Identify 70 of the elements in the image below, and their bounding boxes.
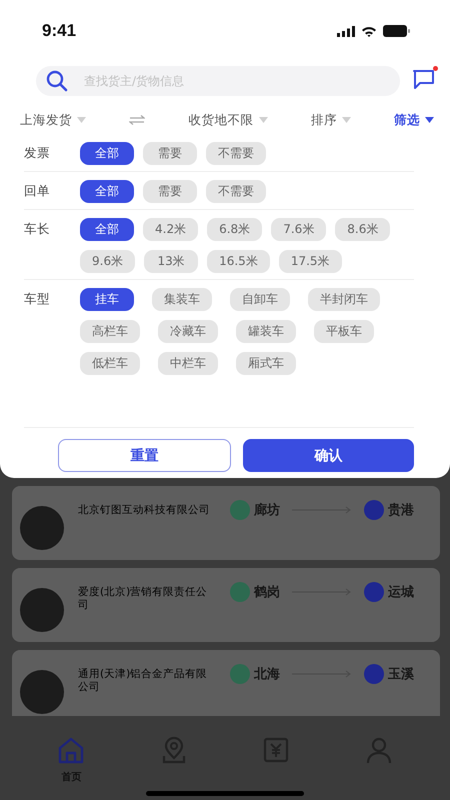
message-icon[interactable] xyxy=(412,68,436,90)
origin-badge xyxy=(230,500,250,520)
option-chip[interactable]: 需要 xyxy=(143,142,197,165)
option-chip[interactable]: 冷藏车 xyxy=(158,320,218,343)
filter-label: 回单 xyxy=(24,182,51,200)
origin-badge xyxy=(230,582,250,602)
filter-label: 车型 xyxy=(24,290,51,308)
battery-icon xyxy=(383,25,410,37)
option-chip[interactable]: 全部 xyxy=(80,218,134,241)
status-time: 9:41 xyxy=(42,21,76,41)
option-chip[interactable]: 8.6米 xyxy=(335,218,390,241)
wifi-icon xyxy=(361,26,377,36)
option-chip[interactable]: 低栏车 xyxy=(80,352,140,375)
dropdown-button[interactable]: 上海发货 xyxy=(20,112,86,128)
caret-icon xyxy=(258,117,268,123)
yuan-icon xyxy=(262,736,290,764)
option-chip[interactable]: 4.2米 xyxy=(143,218,198,241)
option-chip[interactable]: 中栏车 xyxy=(158,352,218,375)
option-chip[interactable]: 17.5米 xyxy=(278,250,342,273)
destination-city: 玉溪 xyxy=(388,666,414,683)
option-chip[interactable]: 全部 xyxy=(80,142,134,165)
caret-icon xyxy=(77,117,86,123)
dropdown-button[interactable]: 筛选 xyxy=(394,112,434,128)
option-chip[interactable]: 平板车 xyxy=(314,320,374,343)
option-chip[interactable]: 罐装车 xyxy=(236,320,296,343)
destination-city: 贵港 xyxy=(388,502,414,519)
option-chip[interactable]: 自卸车 xyxy=(230,288,290,311)
option-chip[interactable]: 挂车 xyxy=(80,288,134,311)
dropdown-button[interactable]: 排序 xyxy=(310,112,351,128)
origin-city: 鹤岗 xyxy=(254,584,280,601)
origin-city: 廊坊 xyxy=(254,502,280,519)
filter-label: 发票 xyxy=(24,144,51,162)
option-chip[interactable]: 高栏车 xyxy=(80,320,140,343)
option-chip[interactable]: 不需要 xyxy=(206,180,266,203)
option-chip[interactable]: 9.6米 xyxy=(80,250,136,273)
confirm-button[interactable]: 确认 xyxy=(243,439,414,472)
avatar xyxy=(20,506,64,550)
company-name: 北京钉图互动科技有限公司 xyxy=(78,504,211,517)
option-chip[interactable]: 需要 xyxy=(143,180,197,203)
option-chip[interactable]: 7.6米 xyxy=(271,218,326,241)
option-chip[interactable]: 集装车 xyxy=(152,288,212,311)
reset-button[interactable]: 重置 xyxy=(58,439,231,472)
destination-badge xyxy=(364,582,384,602)
option-chip[interactable]: 13米 xyxy=(144,250,198,273)
avatar xyxy=(20,588,64,632)
option-chip[interactable]: 16.5米 xyxy=(207,250,270,273)
origin-city: 北海 xyxy=(254,666,280,683)
option-chip[interactable]: 半封闭车 xyxy=(308,288,380,311)
order-card[interactable]: 北京钉图互动科技有限公司 廊坊 贵港 xyxy=(12,486,440,560)
option-chip[interactable]: 全部 xyxy=(80,180,134,203)
company-name: 爱度(北京)营销有限责任公司 xyxy=(78,586,208,612)
order-card[interactable]: 爱度(北京)营销有限责任公司 鹤岗 运城 xyxy=(12,568,440,642)
option-chip[interactable]: 不需要 xyxy=(206,142,266,165)
dropdown-button[interactable]: 收货地不限 xyxy=(188,112,268,128)
avatar xyxy=(20,670,64,714)
filter-label: 车长 xyxy=(24,220,51,238)
destination-badge xyxy=(364,500,384,520)
home-icon xyxy=(57,736,86,764)
destination-city: 运城 xyxy=(388,584,414,601)
signal-icon xyxy=(337,26,355,36)
destination-badge xyxy=(364,664,384,684)
company-name: 通用(天津)铝合金产品有限公司 xyxy=(78,668,208,694)
swap-icon[interactable] xyxy=(129,115,146,125)
caret-icon xyxy=(342,117,351,123)
profile-icon xyxy=(364,736,393,764)
option-chip[interactable]: 厢式车 xyxy=(236,352,296,375)
caret-icon xyxy=(425,117,434,123)
order-card[interactable]: 通用(天津)铝合金产品有限公司 北海 玉溪 xyxy=(12,650,440,716)
origin-badge xyxy=(230,664,250,684)
option-chip[interactable]: 6.8米 xyxy=(207,218,262,241)
